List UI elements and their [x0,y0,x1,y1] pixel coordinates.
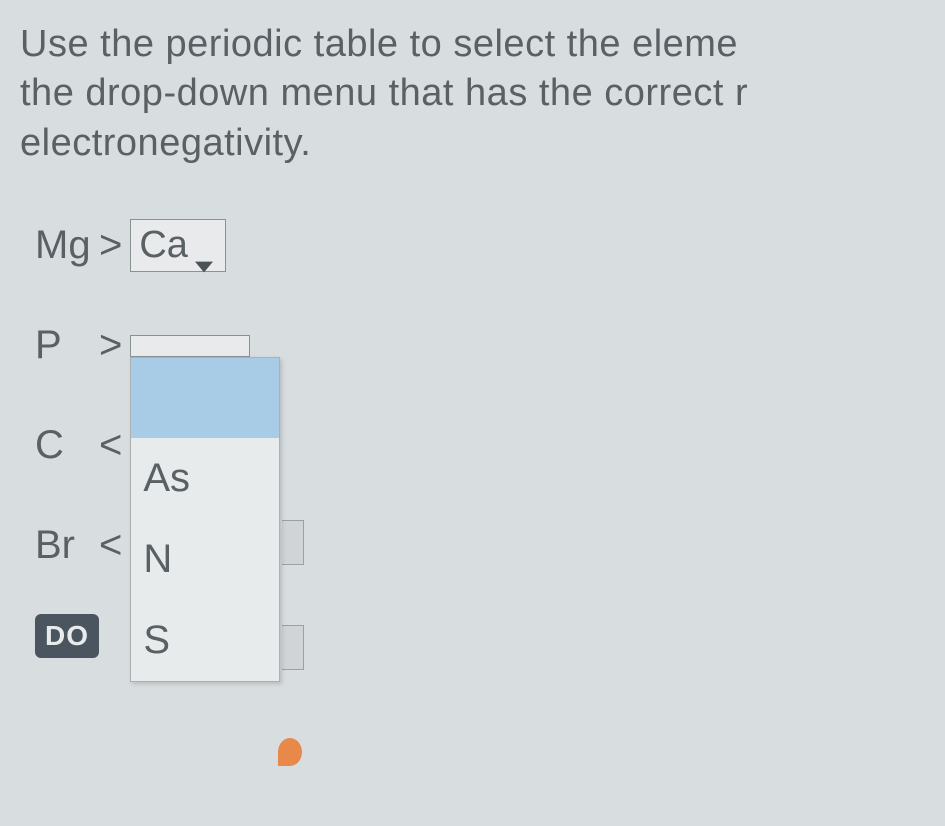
operator-p: > [99,323,122,368]
dropdown-mg-value: Ca [139,224,189,267]
row-mg: Mg > Ca [35,218,945,273]
element-label-p: P [35,323,95,368]
dropdown-p-wrapper: As N S [130,335,250,357]
instruction-line-2: the drop-down menu that has the correct … [20,72,748,114]
do-badge: DO [35,614,99,658]
element-label-c: C [35,423,95,468]
dropdown-c-handle[interactable] [282,520,304,565]
dropdown-option-blank[interactable] [131,358,279,438]
operator-br: < [99,523,122,568]
dropdown-option-as[interactable]: As [131,438,279,519]
dropdown-p-list: As N S [130,357,280,682]
chevron-down-icon [219,340,237,352]
dropdown-br-handle[interactable] [282,625,304,670]
dropdown-p[interactable] [130,335,250,357]
operator-mg: > [99,223,122,268]
dropdown-option-n[interactable]: N [131,519,279,600]
element-label-mg: Mg [35,223,95,268]
instruction-line-3: electronegativity. [20,122,311,164]
operator-c: < [99,423,122,468]
chevron-down-icon [195,240,213,252]
instruction-line-1: Use the periodic table to select the ele… [20,23,738,65]
question-rows: Mg > Ca P > As N S C [20,218,945,663]
instruction-text: Use the periodic table to select the ele… [20,20,945,168]
dropdown-mg[interactable]: Ca [130,219,226,272]
dropdown-option-s[interactable]: S [131,600,279,681]
element-label-br: Br [35,523,95,568]
row-p: P > As N S [35,318,945,373]
orange-indicator-icon [278,738,302,766]
